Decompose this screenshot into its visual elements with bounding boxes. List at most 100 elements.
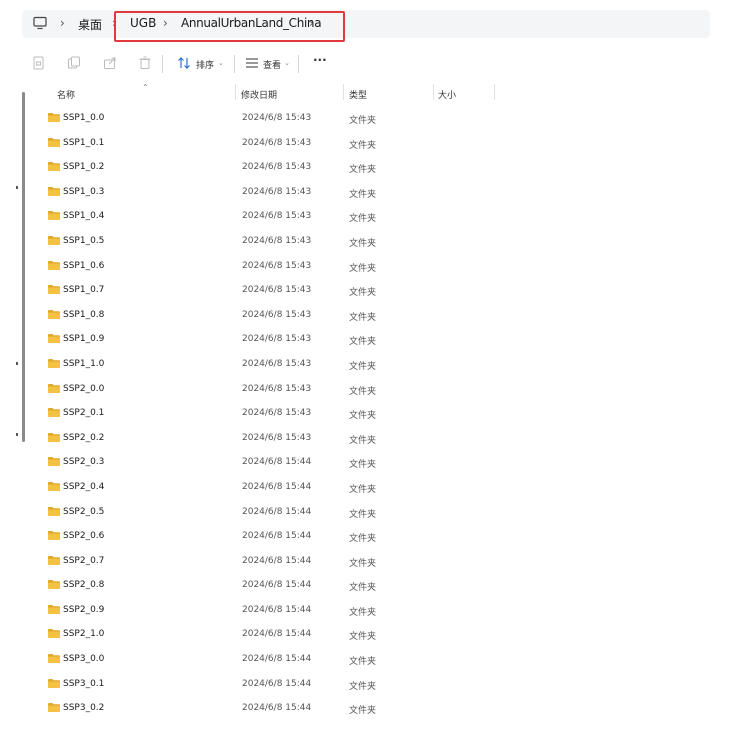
file-type: 文件夹 bbox=[349, 214, 377, 225]
column-header-modified[interactable]: 修改日期 bbox=[241, 88, 277, 101]
file-modified-date: 2024/6/8 15:43 bbox=[242, 383, 312, 394]
file-modified-date: 2024/6/8 15:43 bbox=[242, 137, 312, 148]
toolbar-divider bbox=[234, 55, 235, 73]
file-row[interactable]: SSP2_0.4 2024/6/8 15:44 文件夹 bbox=[0, 475, 747, 500]
file-type: 文件夹 bbox=[349, 484, 377, 495]
file-type: 文件夹 bbox=[349, 140, 377, 151]
file-row[interactable]: SSP1_0.6 2024/6/8 15:43 文件夹 bbox=[0, 254, 747, 279]
file-type: 文件夹 bbox=[349, 460, 377, 471]
more-options-button[interactable]: ··· bbox=[313, 53, 327, 67]
sort-icon[interactable] bbox=[176, 55, 192, 71]
file-list: SSP1_0.0 2024/6/8 15:43 文件夹 SSP1_0.1 2024/6/… bbox=[0, 106, 747, 721]
file-type: 文件夹 bbox=[349, 288, 377, 299]
file-row[interactable]: SSP1_1.0 2024/6/8 15:43 文件夹 bbox=[0, 352, 747, 377]
file-type: 文件夹 bbox=[349, 411, 377, 422]
folder-icon bbox=[48, 604, 60, 614]
file-row[interactable]: SSP2_0.5 2024/6/8 15:44 文件夹 bbox=[0, 500, 747, 525]
file-modified-date: 2024/6/8 15:43 bbox=[242, 334, 312, 345]
column-divider[interactable] bbox=[343, 84, 344, 100]
folder-icon bbox=[48, 432, 60, 442]
file-type: 文件夹 bbox=[349, 189, 377, 200]
folder-icon bbox=[48, 531, 60, 541]
file-row[interactable]: SSP1_0.9 2024/6/8 15:43 文件夹 bbox=[0, 327, 747, 352]
file-name: SSP3_0.1 bbox=[63, 678, 105, 689]
column-header-type[interactable]: 类型 bbox=[349, 88, 367, 101]
folder-icon bbox=[48, 654, 60, 664]
file-modified-date: 2024/6/8 15:44 bbox=[242, 604, 312, 615]
folder-icon bbox=[48, 334, 60, 344]
file-row[interactable]: SSP2_1.0 2024/6/8 15:44 文件夹 bbox=[0, 622, 747, 647]
file-row[interactable]: SSP2_0.8 2024/6/8 15:44 文件夹 bbox=[0, 573, 747, 598]
file-name: SSP2_0.4 bbox=[63, 481, 105, 492]
copy-icon[interactable] bbox=[66, 55, 82, 71]
file-row[interactable]: SSP2_0.2 2024/6/8 15:43 文件夹 bbox=[0, 426, 747, 451]
file-row[interactable]: SSP2_0.9 2024/6/8 15:44 文件夹 bbox=[0, 598, 747, 623]
file-type: 文件夹 bbox=[349, 116, 377, 126]
toolbar-divider bbox=[298, 55, 299, 73]
file-name: SSP3_0.2 bbox=[63, 703, 105, 714]
view-icon[interactable] bbox=[244, 55, 260, 71]
folder-icon bbox=[48, 703, 60, 713]
file-name: SSP2_0.6 bbox=[63, 531, 105, 542]
file-modified-date: 2024/6/8 15:44 bbox=[242, 531, 312, 542]
file-row[interactable]: SSP1_0.8 2024/6/8 15:43 文件夹 bbox=[0, 303, 747, 328]
file-name: SSP1_0.2 bbox=[63, 162, 105, 173]
file-modified-date: 2024/6/8 15:44 bbox=[242, 457, 312, 468]
file-name: SSP1_0.1 bbox=[63, 137, 105, 148]
file-row[interactable]: SSP1_0.7 2024/6/8 15:43 文件夹 bbox=[0, 278, 747, 303]
folder-icon bbox=[48, 457, 60, 467]
file-row[interactable]: SSP2_0.7 2024/6/8 15:44 文件夹 bbox=[0, 549, 747, 574]
folder-icon bbox=[48, 162, 60, 172]
file-type: 文件夹 bbox=[349, 657, 377, 668]
column-divider[interactable] bbox=[235, 84, 236, 100]
column-divider[interactable] bbox=[494, 84, 495, 100]
share-icon[interactable] bbox=[102, 55, 118, 71]
delete-icon[interactable] bbox=[137, 55, 153, 71]
file-name: SSP1_0.5 bbox=[63, 235, 105, 246]
file-row[interactable]: SSP1_0.5 2024/6/8 15:43 文件夹 bbox=[0, 229, 747, 254]
file-modified-date: 2024/6/8 15:43 bbox=[242, 186, 312, 197]
sort-ascending-icon: ⌃ bbox=[142, 83, 149, 92]
file-name: SSP1_0.9 bbox=[63, 334, 105, 345]
file-row[interactable]: SSP3_0.0 2024/6/8 15:44 文件夹 bbox=[0, 647, 747, 672]
chevron-down-icon[interactable]: ⌄ bbox=[284, 59, 290, 67]
cut-icon[interactable] bbox=[31, 55, 47, 71]
breadcrumb-desktop[interactable]: 桌面 bbox=[78, 16, 102, 33]
file-name: SSP2_0.3 bbox=[63, 457, 105, 468]
monitor-icon[interactable] bbox=[33, 16, 47, 30]
column-header-size[interactable]: 大小 bbox=[438, 88, 456, 101]
file-row[interactable]: SSP2_0.1 2024/6/8 15:43 文件夹 bbox=[0, 401, 747, 426]
file-type: 文件夹 bbox=[349, 681, 377, 692]
file-modified-date: 2024/6/8 15:44 bbox=[242, 481, 312, 492]
file-row[interactable]: SSP1_0.2 2024/6/8 15:43 文件夹 bbox=[0, 155, 747, 180]
file-name: SSP3_0.0 bbox=[63, 654, 105, 665]
file-row[interactable]: SSP1_0.0 2024/6/8 15:43 文件夹 bbox=[0, 106, 747, 131]
file-row[interactable]: SSP2_0.0 2024/6/8 15:43 文件夹 bbox=[0, 377, 747, 402]
file-row[interactable]: SSP1_0.3 2024/6/8 15:43 文件夹 bbox=[0, 180, 747, 205]
file-row[interactable]: SSP1_0.4 2024/6/8 15:43 文件夹 bbox=[0, 204, 747, 229]
file-name: SSP1_1.0 bbox=[63, 358, 105, 369]
file-modified-date: 2024/6/8 15:43 bbox=[242, 211, 312, 222]
file-modified-date: 2024/6/8 15:43 bbox=[242, 260, 312, 271]
column-divider[interactable] bbox=[433, 84, 434, 100]
file-row[interactable]: SSP1_0.1 2024/6/8 15:43 文件夹 bbox=[0, 131, 747, 156]
file-row[interactable]: SSP3_0.1 2024/6/8 15:44 文件夹 bbox=[0, 672, 747, 697]
file-row[interactable]: SSP3_0.2 2024/6/8 15:44 文件夹 bbox=[0, 696, 747, 721]
file-name: SSP2_0.8 bbox=[63, 580, 105, 591]
chevron-right-icon: › bbox=[60, 16, 65, 30]
view-button[interactable]: 查看 bbox=[263, 58, 281, 71]
sort-button[interactable]: 排序 bbox=[196, 58, 214, 71]
file-type: 文件夹 bbox=[349, 534, 377, 545]
file-type: 文件夹 bbox=[349, 583, 377, 594]
file-row[interactable]: SSP2_0.6 2024/6/8 15:44 文件夹 bbox=[0, 524, 747, 549]
file-modified-date: 2024/6/8 15:43 bbox=[242, 358, 312, 369]
file-type: 文件夹 bbox=[349, 607, 377, 618]
folder-icon bbox=[48, 137, 60, 147]
file-modified-date: 2024/6/8 15:43 bbox=[242, 408, 312, 419]
file-modified-date: 2024/6/8 15:44 bbox=[242, 629, 312, 640]
chevron-down-icon[interactable]: ⌄ bbox=[218, 59, 224, 67]
file-row[interactable]: SSP2_0.3 2024/6/8 15:44 文件夹 bbox=[0, 450, 747, 475]
column-header-name[interactable]: 名称 bbox=[57, 88, 75, 101]
file-modified-date: 2024/6/8 15:43 bbox=[242, 162, 312, 173]
file-name: SSP2_0.5 bbox=[63, 506, 105, 517]
